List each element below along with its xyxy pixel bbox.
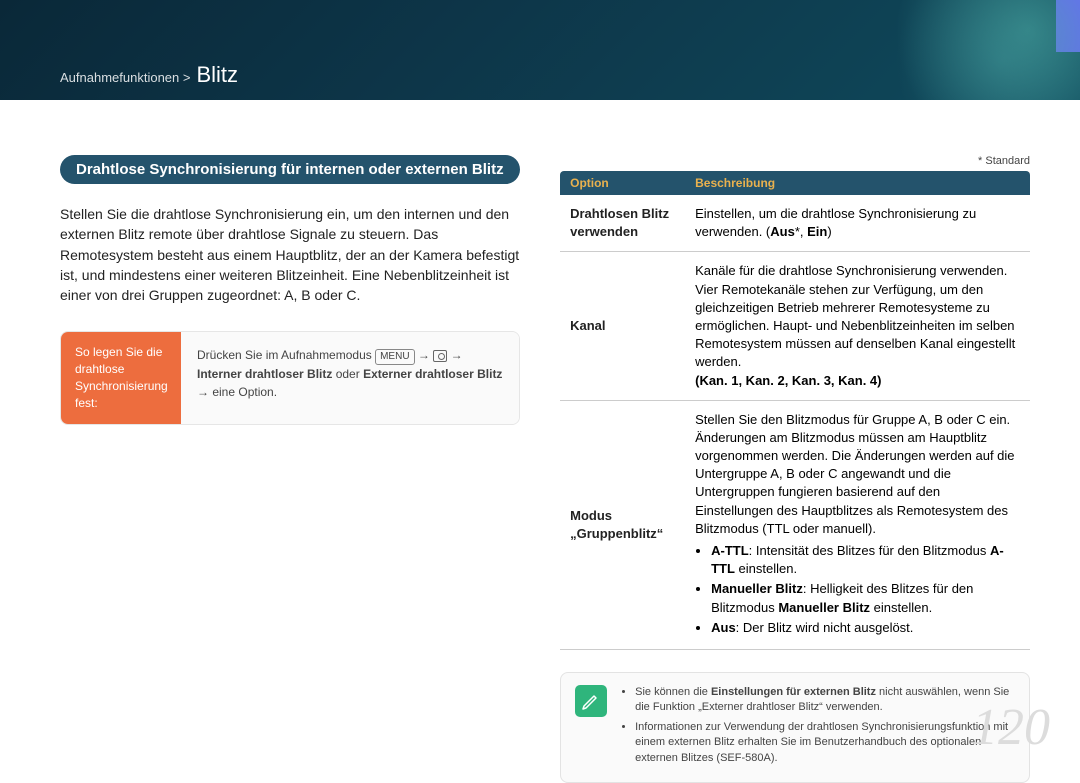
- menu-button-chip: MENU: [375, 349, 414, 365]
- arrow-icon: →: [197, 385, 212, 399]
- section-tab: [1056, 0, 1080, 52]
- table-row: Modus „Gruppenblitz“ Stellen Sie den Bli…: [560, 400, 1030, 649]
- page-header: Aufnahmefunktionen > Blitz: [0, 0, 1080, 100]
- list-item: Manueller Blitz: Helligkeit des Blitzes …: [711, 580, 1020, 616]
- instruction-text: Drücken Sie im Aufnahmemodus: [197, 348, 375, 362]
- instruction-text: eine Option.: [212, 385, 277, 399]
- desc-bold: Ein: [807, 224, 827, 239]
- desc-text: *,: [795, 224, 807, 239]
- li-bold: Manueller Blitz: [711, 581, 803, 596]
- li-text: : Der Blitz wird nicht ausgelöst.: [736, 620, 914, 635]
- list-item: Sie können die Einstellungen für externe…: [635, 685, 1015, 716]
- li-bold: A-TTL: [711, 543, 749, 558]
- option-desc: Stellen Sie den Blitzmodus für Gruppe A,…: [685, 400, 1030, 649]
- th-description: Beschreibung: [685, 171, 1030, 195]
- instruction-body: Drücken Sie im Aufnahmemodus MENU → → In…: [181, 332, 519, 423]
- note-text: Sie können die: [635, 686, 711, 698]
- breadcrumb-section: Aufnahmefunktionen >: [60, 70, 190, 85]
- note-box: Sie können die Einstellungen für externe…: [560, 672, 1030, 783]
- left-column: Drahtlose Synchronisierung für internen …: [60, 155, 520, 783]
- option-name: Drahtlosen Blitz verwenden: [560, 195, 685, 252]
- right-column: * Standard Option Beschreibung Drahtlose…: [560, 155, 1030, 783]
- li-text: einstellen.: [735, 561, 797, 576]
- desc-text: ): [827, 224, 831, 239]
- options-table: Option Beschreibung Drahtlosen Blitz ver…: [560, 171, 1030, 650]
- table-header-row: Option Beschreibung: [560, 171, 1030, 195]
- instruction-label: So legen Sie die drahtlose Synchronisier…: [61, 332, 181, 423]
- note-bold: Einstellungen für externen Blitz: [711, 686, 876, 698]
- note-list: Sie können die Einstellungen für externe…: [621, 685, 1015, 770]
- option-desc: Einstellen, um die drahtlose Synchronisi…: [685, 195, 1030, 252]
- arrow-icon: →: [418, 348, 433, 362]
- desc-text: Einstellen, um die drahtlose Synchronisi…: [695, 206, 976, 239]
- page-number: 120: [972, 698, 1050, 757]
- th-option: Option: [560, 171, 685, 195]
- desc-bold: (Kan. 1, Kan. 2, Kan. 3, Kan. 4): [695, 373, 881, 388]
- section-heading-pill: Drahtlose Synchronisierung für internen …: [60, 155, 520, 184]
- li-bold: Aus: [711, 620, 736, 635]
- option-name: Kanal: [560, 252, 685, 400]
- option-name: Modus „Gruppenblitz“: [560, 400, 685, 649]
- instruction-bold: Interner drahtloser Blitz: [197, 367, 332, 381]
- instruction-bold: Externer drahtloser Blitz: [363, 367, 502, 381]
- list-item: Informationen zur Verwendung der drahtlo…: [635, 720, 1015, 766]
- intro-paragraph: Stellen Sie die drahtlose Synchronisieru…: [60, 204, 520, 305]
- pencil-icon: [575, 685, 607, 717]
- desc-text: Kanäle für die drahtlose Synchronisierun…: [695, 263, 1015, 369]
- arrow-icon: →: [451, 348, 463, 362]
- li-bold: Manueller Blitz: [778, 600, 870, 615]
- option-sublist: A-TTL: Intensität des Blitzes für den Bl…: [695, 542, 1020, 637]
- li-text: : Intensität des Blitzes für den Blitzmo…: [749, 543, 990, 558]
- breadcrumb: Aufnahmefunktionen > Blitz: [60, 62, 238, 88]
- standard-note: * Standard: [560, 155, 1030, 167]
- content-area: Drahtlose Synchronisierung für internen …: [0, 100, 1080, 783]
- option-desc: Kanäle für die drahtlose Synchronisierun…: [685, 252, 1030, 400]
- instruction-text: oder: [336, 367, 363, 381]
- table-row: Drahtlosen Blitz verwenden Einstellen, u…: [560, 195, 1030, 252]
- desc-text: Stellen Sie den Blitzmodus für Gruppe A,…: [695, 412, 1014, 536]
- desc-bold: Aus: [770, 224, 795, 239]
- table-row: Kanal Kanäle für die drahtlose Synchroni…: [560, 252, 1030, 400]
- list-item: A-TTL: Intensität des Blitzes für den Bl…: [711, 542, 1020, 578]
- list-item: Aus: Der Blitz wird nicht ausgelöst.: [711, 619, 1020, 637]
- page-title: Blitz: [196, 62, 238, 88]
- li-text: einstellen.: [870, 600, 932, 615]
- camera-icon: [433, 350, 447, 362]
- instruction-box: So legen Sie die drahtlose Synchronisier…: [60, 331, 520, 424]
